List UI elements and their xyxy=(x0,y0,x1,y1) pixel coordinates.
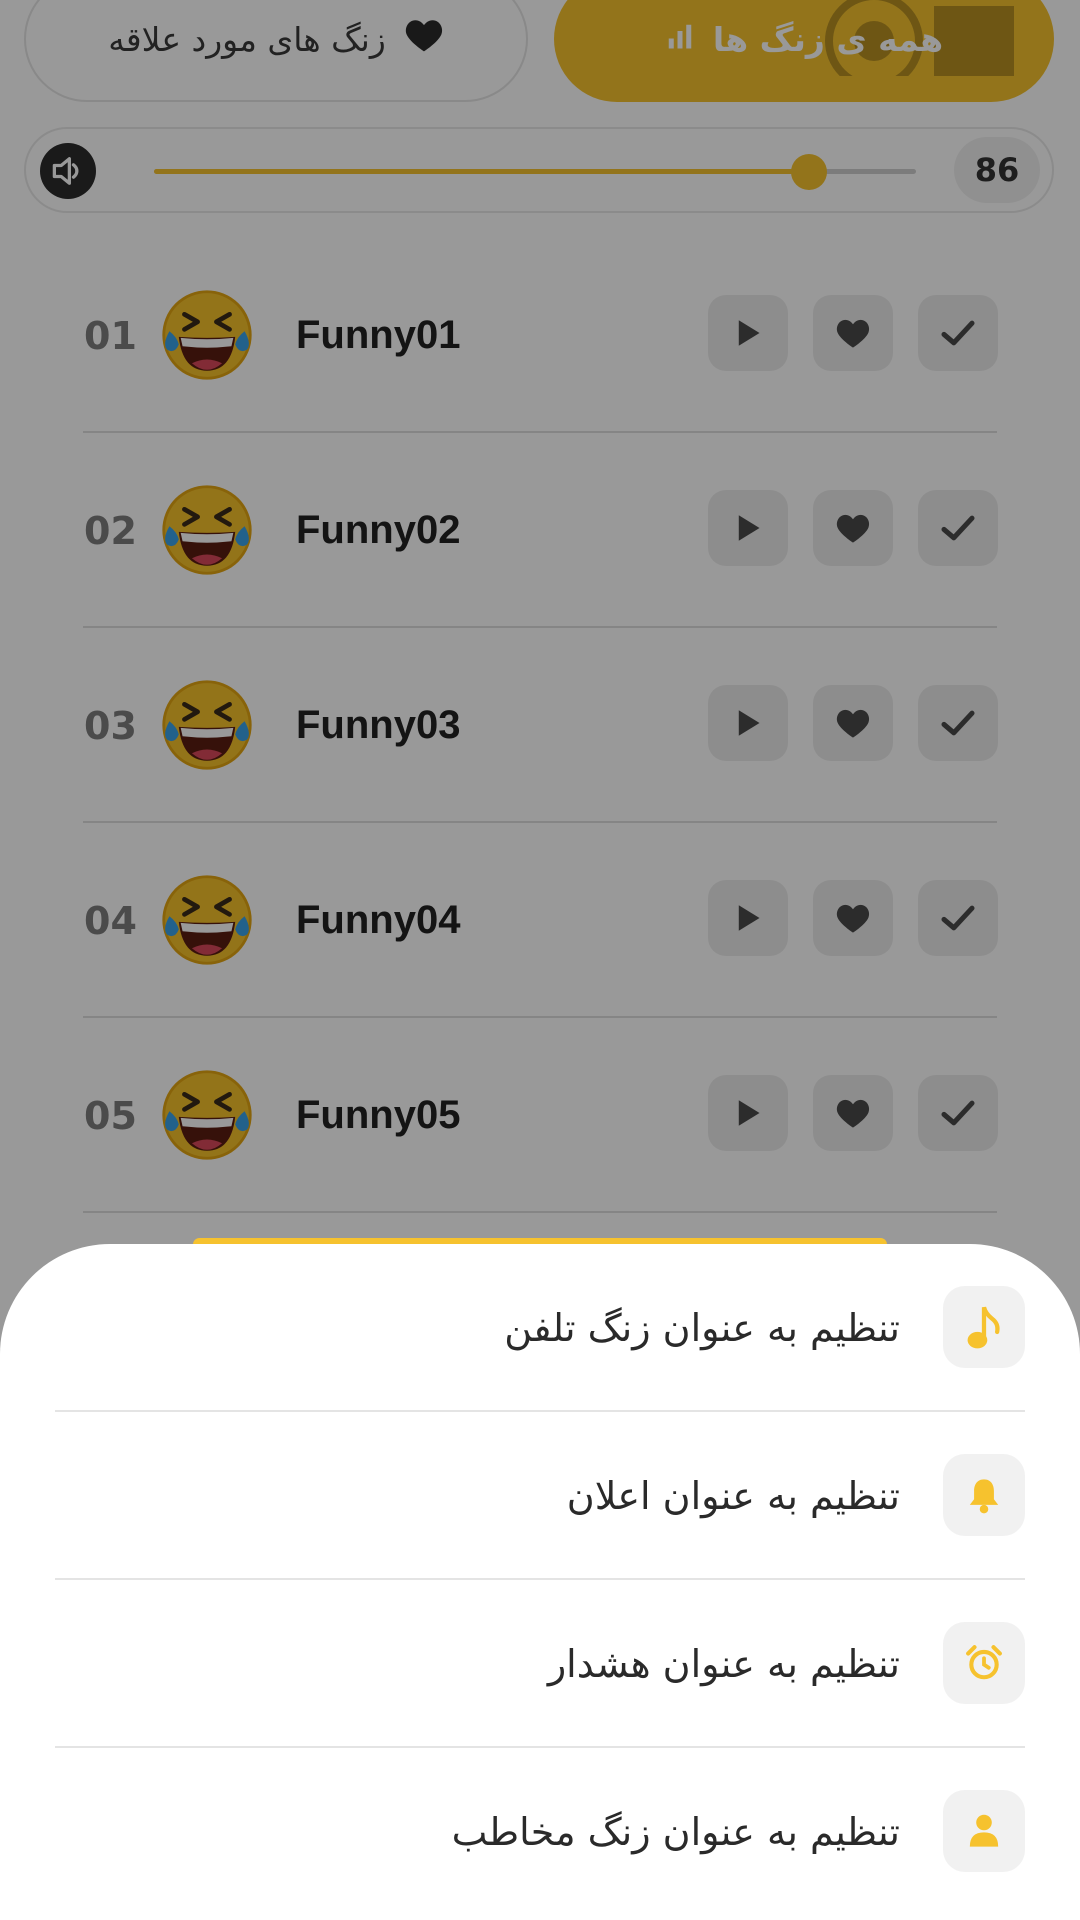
set-as-bottom-sheet: تنظیم به عنوان زنگ تلفن تنظیم به عنوان ا… xyxy=(0,1244,1080,1920)
person-icon xyxy=(943,1790,1025,1872)
option-label: تنظیم به عنوان اعلان xyxy=(566,1474,900,1518)
alarm-clock-icon xyxy=(943,1622,1025,1704)
option-label: تنظیم به عنوان زنگ تلفن xyxy=(504,1306,900,1350)
music-note-icon xyxy=(943,1286,1025,1368)
option-set-notification[interactable]: تنظیم به عنوان اعلان xyxy=(55,1412,1025,1580)
bell-icon xyxy=(943,1454,1025,1536)
option-set-ringtone[interactable]: تنظیم به عنوان زنگ تلفن xyxy=(55,1244,1025,1412)
option-set-contact-ringtone[interactable]: تنظیم به عنوان زنگ مخاطب xyxy=(55,1748,1025,1916)
option-label: تنظیم به عنوان زنگ مخاطب xyxy=(451,1810,900,1854)
option-set-alarm[interactable]: تنظیم به عنوان هشدار xyxy=(55,1580,1025,1748)
option-label: تنظیم به عنوان هشدار xyxy=(547,1642,900,1686)
